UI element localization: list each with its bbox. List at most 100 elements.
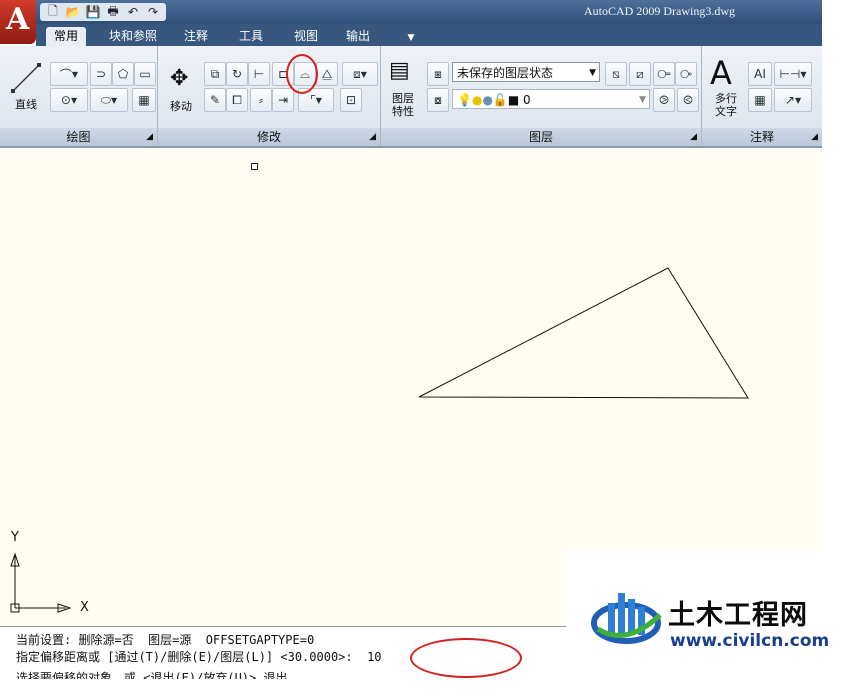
chevron-down-icon: ▼ [70, 95, 78, 105]
text-style-button[interactable]: AI [748, 62, 772, 86]
open-icon[interactable]: 📂 [64, 4, 82, 20]
line-button-label[interactable]: 直线 [10, 98, 42, 111]
layer-walk-icon: ⧀ [683, 92, 693, 107]
modify-panel-title[interactable]: 修改 ◢ [158, 128, 380, 146]
save-icon[interactable]: 💾 [84, 4, 102, 20]
mirror-button[interactable]: ⧋ [316, 62, 338, 86]
chevron-down-icon: ▼ [111, 95, 118, 105]
rotate-button[interactable]: ↻ [226, 62, 248, 86]
layer-freeze-icon: ⧃ [657, 66, 671, 81]
lightbulb-icon: 💡 [457, 93, 472, 107]
chevron-down-icon: ▼ [360, 69, 367, 79]
trim-button[interactable]: ⊢ [248, 62, 270, 86]
line-icon[interactable] [10, 62, 42, 94]
tab-annotate[interactable]: 注释 [176, 27, 216, 46]
new-icon[interactable]: 🗋 [44, 4, 62, 20]
current-layer-dropdown[interactable]: 💡●●🔓■ 0 ▼ [452, 89, 650, 109]
chevron-down-icon: ▼ [639, 95, 646, 105]
mtext-icon[interactable]: A [710, 54, 732, 92]
tab-blocks-references[interactable]: 块和参照 [98, 27, 168, 46]
layer-iso-button[interactable]: ⧅ [605, 62, 627, 86]
ucs-icon [10, 552, 72, 613]
polyline-button[interactable]: ⌒ ▼ [50, 62, 88, 86]
pencil-icon: ✎ [209, 93, 221, 107]
mtext-label-1[interactable]: 多行 [706, 92, 746, 105]
table-button[interactable]: ▦ [748, 88, 772, 112]
distance-highlight-circle [410, 638, 522, 678]
circle-button[interactable]: ⊙ ▼ [50, 88, 88, 112]
offset-highlight-circle [286, 54, 318, 94]
dimension-button[interactable]: ⊢⊣ ▼ [774, 62, 812, 86]
copy-button[interactable]: ⧉ [204, 62, 226, 86]
ellipse-button[interactable]: ⬭ ▼ [90, 88, 128, 112]
annotation-panel-title[interactable]: 注释 ◢ [702, 128, 822, 146]
array-button[interactable]: ⧈ ▼ [342, 62, 378, 86]
circle-icon: ⊙ [60, 93, 71, 107]
color-swatch-icon: ■ [507, 93, 520, 107]
quick-access-toolbar: 🗋 📂 💾 🖶 ↶ ↷ [40, 3, 166, 21]
layer-current-button[interactable]: ⧁ [653, 88, 675, 112]
tab-overflow-button[interactable]: ▼ [398, 27, 424, 46]
move-icon[interactable]: ✥ [170, 66, 188, 91]
sun-icon: ● [471, 93, 483, 107]
arc-button[interactable]: ⊃ [90, 62, 112, 86]
undo-icon[interactable]: ↶ [124, 4, 142, 20]
tab-view[interactable]: 视图 [286, 27, 326, 46]
watermark-url: www.civilcn.com [670, 631, 830, 651]
ucs-y-label: Y [11, 530, 19, 545]
make-current-icon: ⧁ [659, 92, 669, 107]
lock-icon: 🔓 [492, 93, 508, 107]
ribbon-tab-bar: 常用 块和参照 注释 工具 视图 输出 ▼ [36, 24, 822, 46]
copy-icon: ⧉ [210, 66, 220, 81]
hatch-icon: ▦ [138, 93, 150, 107]
window-title: AutoCAD 2009 Drawing3.dwg [584, 4, 735, 18]
command-history-line-3: 选择要偏移的对象，或 <退出(E)/放弃(U)> 退出 [16, 671, 288, 679]
layer-state-dropdown[interactable]: 未保存的图层状态 ▼ [452, 62, 600, 82]
tab-tools[interactable]: 工具 [231, 27, 271, 46]
modify-panel: ✥ 移动 ⧉ ↻ ⊢ ⊏ ⌓ ⧋ ⧈ ▼ ✎ ⧠ ⸗ ⇥ ⌜ ▼ ⊡ 修改 ◢ [158, 46, 381, 146]
panel-expand-icon: ◢ [690, 132, 697, 142]
layer-properties-label-1[interactable]: 图层 [385, 92, 421, 105]
hatch-button[interactable]: ▦ [132, 88, 156, 112]
app-menu-button[interactable]: A [0, 0, 36, 44]
arc-icon: ⊃ [95, 67, 107, 81]
erase-button[interactable]: ✎ [204, 88, 226, 112]
layer-match-button[interactable]: ⧇ [427, 88, 449, 112]
annotation-panel: A 多行 文字 AI ⊢⊣ ▼ ▦ ↗ ▼ 注释 ◢ [702, 46, 822, 146]
draw-panel-title[interactable]: 绘图 ◢ [0, 128, 157, 146]
layer-properties-icon[interactable]: ▤ [389, 58, 410, 83]
rotate-icon: ↻ [231, 67, 243, 81]
pentagon-icon: ⬠ [117, 67, 129, 81]
explode-icon: ⊡ [345, 93, 357, 107]
triangle-shape[interactable] [418, 267, 749, 399]
freeze-icon: ● [482, 93, 493, 107]
polygon-button[interactable]: ⬠ [112, 62, 134, 86]
mirror-icon: ⧋ [321, 66, 333, 81]
explode-button[interactable]: ⊡ [340, 88, 362, 112]
linear-dimension-icon: ⊢⊣ [779, 67, 801, 81]
layers-panel-title[interactable]: 图层 ◢ [381, 128, 701, 146]
layer-off-button[interactable]: ⧄ [629, 62, 651, 86]
redo-icon[interactable]: ↷ [144, 4, 162, 20]
tab-output[interactable]: 输出 [338, 27, 378, 46]
scale-button[interactable]: ⧠ [226, 88, 248, 112]
leader-button[interactable]: ↗ ▼ [774, 88, 812, 112]
rectangle-button[interactable]: ▭ [134, 62, 156, 86]
break-button[interactable]: ⸗ [250, 88, 272, 112]
command-prompt-line[interactable]: 指定偏移距离或 [通过(T)/删除(E)/图层(L)] <30.0000>: 1… [16, 648, 382, 665]
layer-state-button[interactable]: ⧆ [427, 62, 449, 86]
print-icon[interactable]: 🖶 [104, 4, 122, 20]
layer-lock-button[interactable]: ⧂ [675, 62, 697, 86]
tab-home[interactable]: 常用 [46, 27, 86, 46]
extend-button[interactable]: ⇥ [272, 88, 294, 112]
draw-panel: 直线 ⌒ ▼ ⊃ ⬠ ▭ ⊙ ▼ ⬭ ▼ ▦ 绘图 ◢ [0, 46, 158, 146]
layer-walk-button[interactable]: ⧀ [677, 88, 699, 112]
layer-freeze-button[interactable]: ⧃ [653, 62, 675, 86]
chevron-down-icon: ▼ [71, 69, 79, 79]
move-button-label[interactable]: 移动 [164, 100, 198, 113]
layer-properties-label-2[interactable]: 特性 [385, 105, 421, 118]
chevron-down-icon: ▼ [794, 95, 802, 105]
watermark-logo [591, 593, 662, 644]
mtext-label-2[interactable]: 文字 [706, 105, 746, 118]
break-icon: ⸗ [259, 93, 263, 107]
